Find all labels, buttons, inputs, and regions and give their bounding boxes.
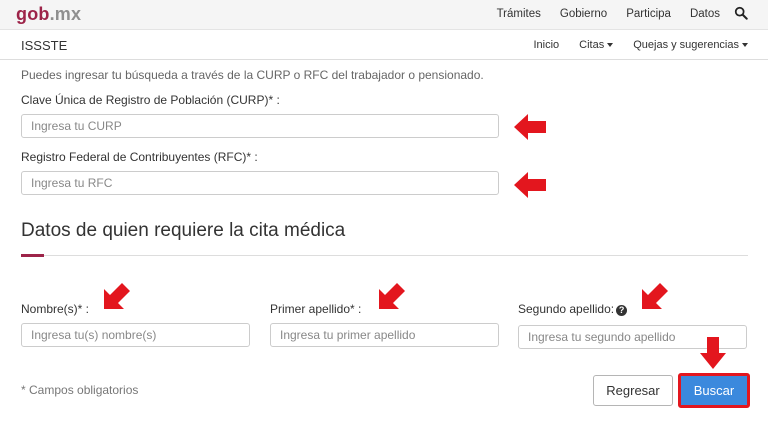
search-icon[interactable] xyxy=(734,6,748,20)
arrow-down-left-icon xyxy=(104,283,130,309)
caret-down-icon xyxy=(742,43,748,48)
nombre-input[interactable] xyxy=(21,323,250,347)
nav-quejas-dropdown[interactable]: Quejas y sugerencias xyxy=(633,39,748,51)
sub-navbar: ISSSTE Inicio Citas Quejas y sugerencias xyxy=(0,30,768,60)
search-button[interactable]: Buscar xyxy=(678,373,750,408)
rfc-input[interactable] xyxy=(21,171,499,195)
nav-gobierno[interactable]: Gobierno xyxy=(560,8,607,20)
arrow-down-left-icon xyxy=(642,283,668,309)
sub-nav: Inicio Citas Quejas y sugerencias xyxy=(533,39,748,51)
arrow-left-icon xyxy=(514,114,546,140)
nav-citas-dropdown[interactable]: Citas xyxy=(579,39,614,51)
site-brand[interactable]: ISSSTE xyxy=(21,38,67,53)
nav-inicio[interactable]: Inicio xyxy=(533,39,559,51)
curp-label: Clave Única de Registro de Población (CU… xyxy=(21,93,280,107)
nav-datos[interactable]: Datos xyxy=(690,8,720,20)
logo-text: gob xyxy=(16,4,50,24)
caret-down-icon xyxy=(607,43,614,48)
segundo-apellido-label: Segundo apellido:? xyxy=(518,302,628,316)
primer-apellido-input[interactable] xyxy=(270,323,499,347)
nav-tramites[interactable]: Trámites xyxy=(497,8,541,20)
top-nav: Trámites Gobierno Participa Datos xyxy=(497,8,720,20)
arrow-left-icon xyxy=(514,172,546,198)
intro-text: Puedes ingresar tu búsqueda a través de … xyxy=(21,68,484,82)
nav-quejas-label: Quejas y sugerencias xyxy=(633,39,739,51)
gobmx-logo[interactable]: gob.mx xyxy=(16,4,81,25)
section-divider xyxy=(21,255,748,256)
segundo-apellido-text: Segundo apellido: xyxy=(518,302,615,316)
nombre-label: Nombre(s)* : xyxy=(21,302,90,316)
curp-input[interactable] xyxy=(21,114,499,138)
nav-participa[interactable]: Participa xyxy=(626,8,671,20)
primer-apellido-label: Primer apellido* : xyxy=(270,302,362,316)
arrow-down-left-icon xyxy=(379,283,405,309)
help-icon[interactable]: ? xyxy=(616,305,628,316)
back-button[interactable]: Regresar xyxy=(593,375,673,406)
arrow-down-icon xyxy=(700,337,726,369)
top-navbar: gob.mx Trámites Gobierno Participa Datos xyxy=(0,0,768,30)
rfc-label: Registro Federal de Contribuyentes (RFC)… xyxy=(21,150,258,164)
logo-domain: .mx xyxy=(49,4,82,24)
section-title: Datos de quien requiere la cita médica xyxy=(21,220,346,241)
nav-citas-label: Citas xyxy=(579,39,605,51)
section-accent xyxy=(21,254,44,257)
required-note: * Campos obligatorios xyxy=(21,383,139,397)
